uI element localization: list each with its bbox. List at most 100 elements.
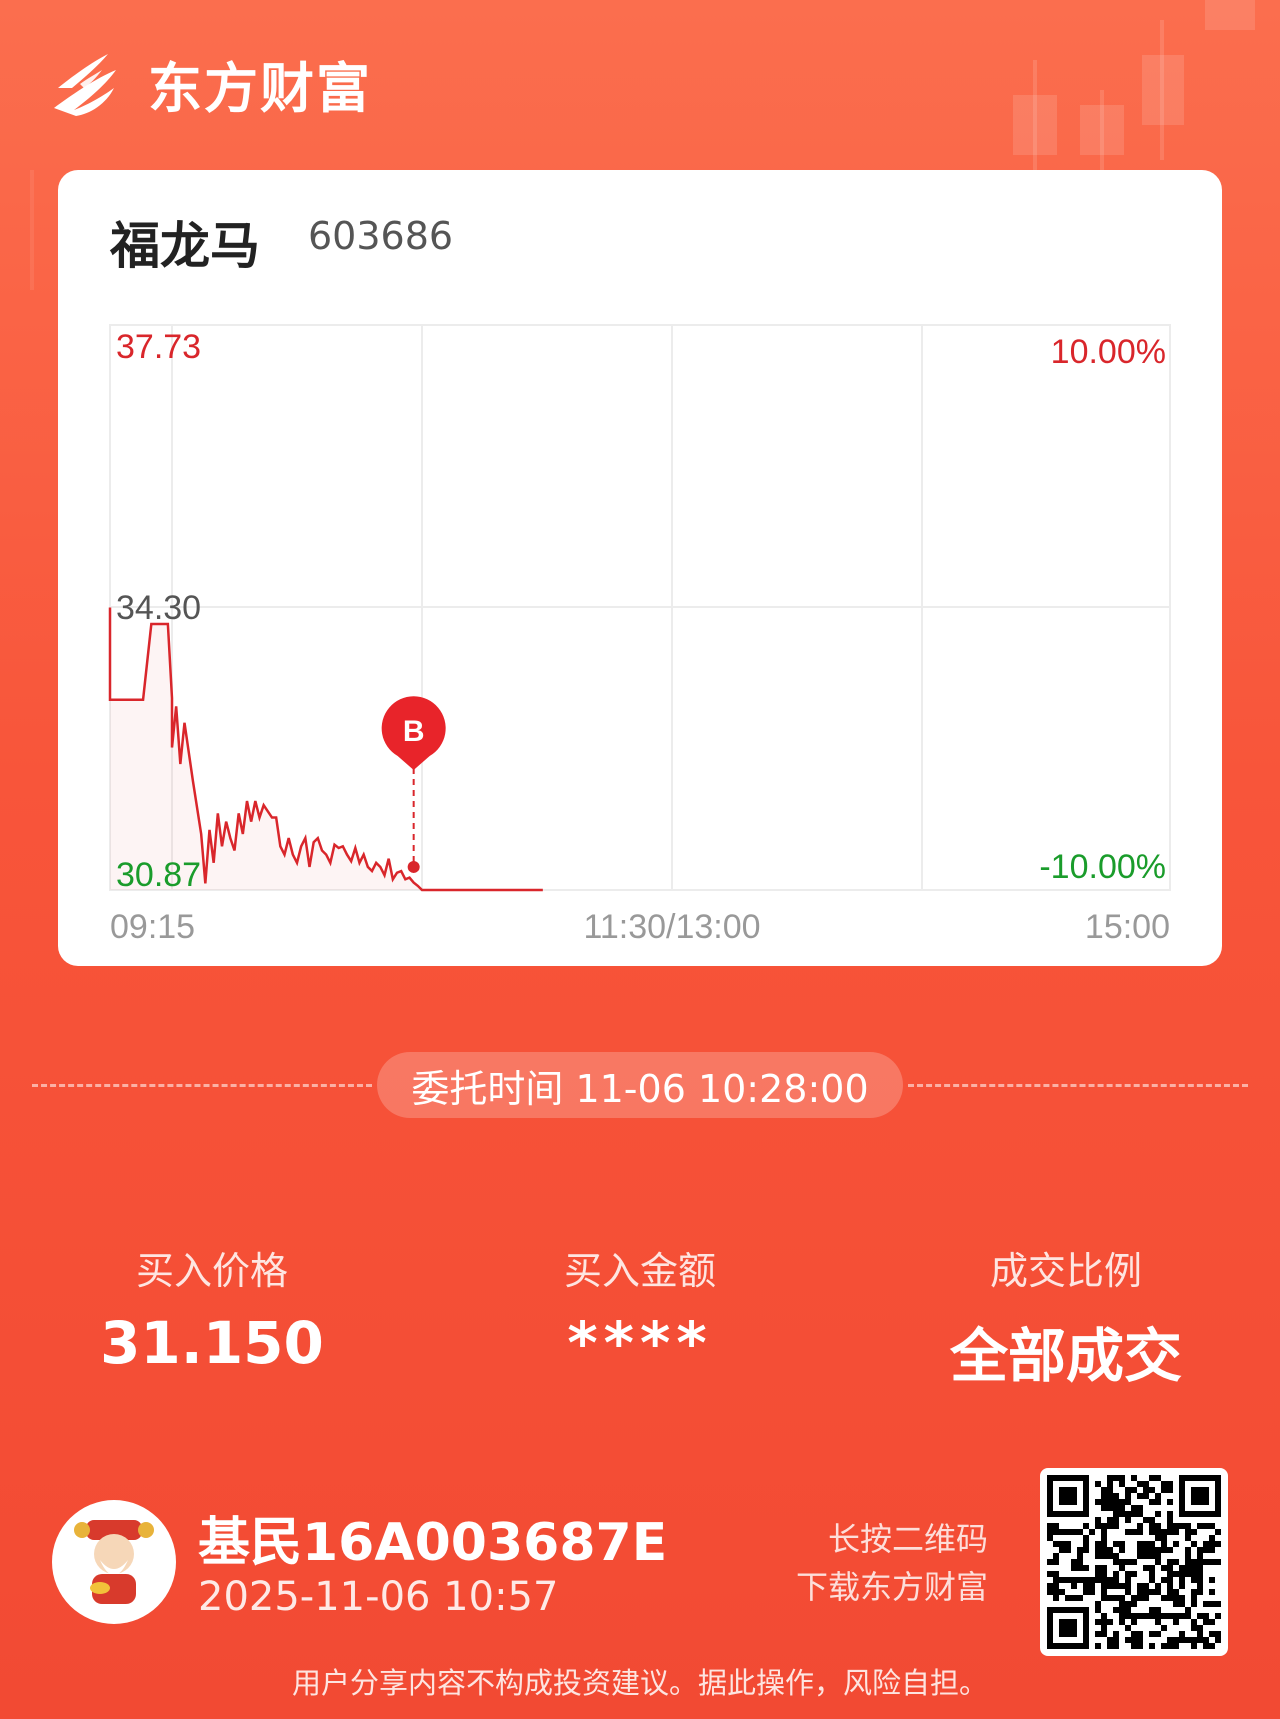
- qr-module: [1209, 1559, 1215, 1565]
- price-high-label: 37.73: [116, 328, 201, 366]
- buy-marker-label: B: [403, 715, 425, 748]
- qr-module: [1179, 1583, 1185, 1589]
- qr-module: [1053, 1577, 1059, 1583]
- share-datetime: 2025-11-06 10:57: [198, 1574, 559, 1620]
- qr-module: [1107, 1481, 1113, 1487]
- qr-module: [1101, 1625, 1107, 1631]
- qr-module: [1149, 1547, 1155, 1553]
- qr-module: [1065, 1547, 1071, 1553]
- qr-module: [1119, 1547, 1125, 1553]
- qr-module: [1119, 1511, 1125, 1517]
- qr-module: [1107, 1493, 1113, 1499]
- qr-module: [1185, 1571, 1191, 1577]
- qr-module: [1119, 1583, 1125, 1589]
- qr-module: [1137, 1595, 1143, 1601]
- qr-module: [1119, 1475, 1125, 1481]
- qr-module: [1107, 1595, 1113, 1601]
- qr-module: [1101, 1529, 1107, 1535]
- stock-chart-card[interactable]: 福龙马 603686 B 37.73 34.30 30.87 10.00% -1…: [58, 170, 1222, 966]
- download-qr-code[interactable]: [1040, 1468, 1228, 1656]
- qr-module: [1077, 1577, 1083, 1583]
- qr-module: [1101, 1565, 1107, 1571]
- qr-module: [1095, 1619, 1101, 1625]
- qr-module: [1179, 1577, 1185, 1583]
- qr-module: [1131, 1475, 1137, 1481]
- qr-module: [1185, 1547, 1191, 1553]
- qr-module: [1203, 1613, 1209, 1619]
- qr-module: [1125, 1583, 1131, 1589]
- qr-module: [1053, 1559, 1059, 1565]
- qr-module: [1137, 1481, 1143, 1487]
- qr-module: [1107, 1523, 1113, 1529]
- avatar[interactable]: [52, 1500, 176, 1624]
- qr-module: [1113, 1499, 1119, 1505]
- qr-module: [1071, 1565, 1077, 1571]
- qr-module: [1137, 1511, 1143, 1517]
- qr-module: [1197, 1571, 1203, 1577]
- caishen-avatar-icon: [74, 1520, 154, 1604]
- qr-module: [1185, 1535, 1191, 1541]
- qr-module: [1095, 1601, 1101, 1607]
- qr-module: [1191, 1571, 1197, 1577]
- qr-module: [1107, 1619, 1113, 1625]
- qr-module: [1209, 1577, 1215, 1583]
- qr-module: [1071, 1583, 1077, 1589]
- qr-module: [1149, 1643, 1155, 1649]
- qr-module: [1119, 1607, 1125, 1613]
- qr-module: [1095, 1541, 1101, 1547]
- qr-module: [1053, 1529, 1059, 1535]
- stat-buy-price: 买入价格 31.150: [42, 1240, 382, 1377]
- qr-module: [1155, 1631, 1161, 1637]
- qr-module: [1137, 1553, 1143, 1559]
- intraday-chart: B 37.73 34.30 30.87 10.00% -10.00% 09:15…: [108, 324, 1171, 946]
- qr-module: [1167, 1643, 1173, 1649]
- qr-module: [1185, 1559, 1191, 1565]
- qr-module: [1095, 1499, 1101, 1505]
- qr-hint: 长按二维码 下载东方财富: [796, 1515, 988, 1611]
- qr-module: [1053, 1553, 1059, 1559]
- qr-module: [1215, 1541, 1221, 1547]
- qr-module: [1137, 1541, 1143, 1547]
- qr-module: [1083, 1523, 1089, 1529]
- qr-module: [1161, 1487, 1167, 1493]
- qr-module: [1101, 1577, 1107, 1583]
- qr-module: [1167, 1547, 1173, 1553]
- qr-module: [1077, 1547, 1083, 1553]
- qr-module: [1107, 1517, 1113, 1523]
- qr-module: [1149, 1523, 1155, 1529]
- qr-module: [1107, 1637, 1113, 1643]
- chart-grid: [109, 324, 1171, 891]
- qr-module: [1167, 1499, 1173, 1505]
- qr-module: [1149, 1565, 1155, 1571]
- qr-module: [1191, 1529, 1197, 1535]
- qr-module: [1101, 1571, 1107, 1577]
- price-mid-label: 34.30: [116, 589, 201, 627]
- qr-module: [1179, 1613, 1185, 1619]
- qr-module: [1209, 1589, 1215, 1595]
- qr-module: [1077, 1553, 1083, 1559]
- qr-module: [1137, 1589, 1143, 1595]
- qr-module: [1071, 1559, 1077, 1565]
- qr-module: [1197, 1583, 1203, 1589]
- qr-module: [1143, 1595, 1149, 1601]
- qr-module: [1125, 1589, 1131, 1595]
- qr-module: [1173, 1529, 1179, 1535]
- qr-module: [1197, 1547, 1203, 1553]
- qr-module: [1113, 1643, 1119, 1649]
- qr-module: [1107, 1577, 1113, 1583]
- stat-value: ****: [567, 1309, 713, 1377]
- qr-module: [1155, 1553, 1161, 1559]
- qr-module: [1107, 1505, 1113, 1511]
- qr-module: [1143, 1583, 1149, 1589]
- buy-marker-point: [407, 860, 420, 873]
- qr-module: [1197, 1565, 1203, 1571]
- qr-module: [1167, 1487, 1173, 1493]
- qr-module: [1089, 1589, 1095, 1595]
- qr-module: [1059, 1529, 1065, 1535]
- stat-fill-ratio: 成交比例 全部成交: [896, 1240, 1236, 1393]
- time-end-label: 15:00: [1085, 908, 1170, 946]
- qr-module: [1101, 1595, 1107, 1601]
- qr-finder-pattern: [1059, 1487, 1077, 1505]
- qr-module: [1143, 1565, 1149, 1571]
- qr-module: [1113, 1475, 1119, 1481]
